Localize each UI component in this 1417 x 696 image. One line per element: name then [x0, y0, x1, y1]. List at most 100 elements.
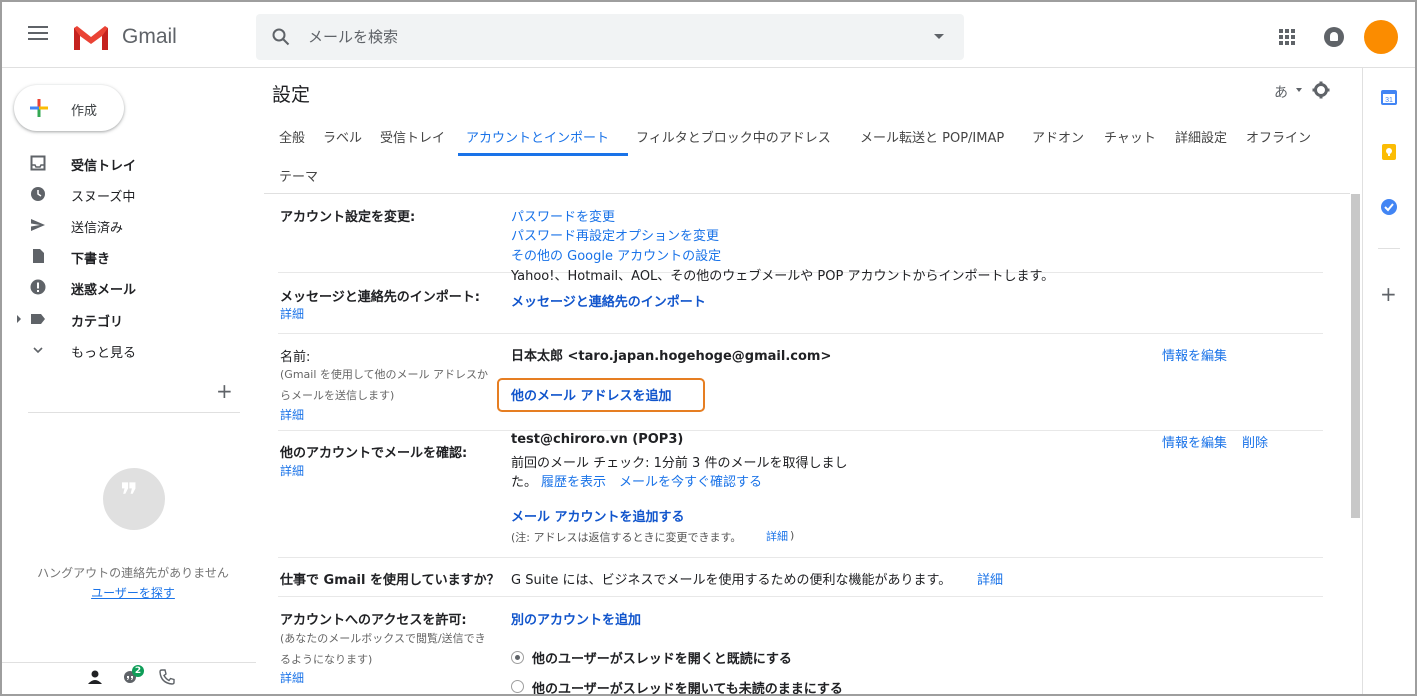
divider	[278, 333, 1323, 334]
page-title: 設定	[272, 84, 311, 106]
send-as-detail-link[interactable]: 詳細	[280, 406, 304, 423]
import-label: メッセージと連絡先のインポート:	[280, 290, 480, 305]
view-history-link[interactable]: 履歴を表示	[541, 471, 606, 490]
mark-read-radio[interactable]	[511, 651, 524, 664]
import-detail-link[interactable]: 詳細	[280, 305, 304, 322]
new-chat-plus-icon[interactable]: +	[216, 379, 233, 403]
tab-forwarding[interactable]: メール転送と POP/IMAP	[860, 127, 1004, 146]
tab-chat[interactable]: チャット	[1104, 127, 1156, 146]
tab-themes[interactable]: テーマ	[279, 166, 318, 185]
divider	[278, 557, 1323, 558]
grant-access-sublabel: るようになります)	[280, 653, 373, 666]
inbox-icon	[30, 155, 46, 171]
tab-offline[interactable]: オフライン	[1246, 127, 1311, 146]
svg-text:31: 31	[1385, 97, 1393, 104]
gmail-logo-icon	[74, 26, 108, 50]
label-icon	[31, 314, 45, 324]
active-tab-indicator	[458, 153, 628, 156]
hangouts-badge: 2	[132, 665, 144, 677]
chevron-down-icon	[33, 347, 43, 354]
compose-button[interactable]: 作成	[14, 85, 124, 131]
tab-accounts-import[interactable]: アカウントとインポート	[466, 127, 609, 146]
send-as-address: 日本太郎 <taro.japan.hogehoge@gmail.com>	[511, 349, 832, 364]
search-icon[interactable]	[272, 28, 290, 46]
change-account-label: アカウント設定を変更:	[280, 210, 416, 225]
edit-info-link[interactable]: 情報を編集	[1162, 432, 1227, 451]
find-users-link[interactable]: ユーザーを探す	[2, 584, 264, 601]
sidebar-item-more[interactable]: もっと見る	[2, 335, 252, 365]
hangouts-empty-text: ハングアウトの連絡先がありません	[37, 566, 229, 580]
gear-icon[interactable]	[1312, 81, 1330, 99]
input-tools-button[interactable]: あ	[1274, 82, 1288, 102]
sidebar-item-categories[interactable]: カテゴリ	[2, 304, 252, 334]
check-mail-detail-link[interactable]: 詳細	[280, 462, 304, 479]
sidebar-item-label: 送信済み	[71, 221, 124, 236]
sidebar-item-snoozed[interactable]: スヌーズ中	[2, 179, 252, 209]
add-another-account-link[interactable]: 別のアカウントを追加	[511, 609, 641, 628]
check-mail-now-link[interactable]: メールを今すぐ確認する	[619, 471, 762, 490]
keep-unread-radio[interactable]	[511, 680, 524, 693]
import-link[interactable]: メッセージと連絡先のインポート	[511, 291, 706, 310]
search-input[interactable]	[308, 26, 868, 48]
note-text-end: )	[790, 529, 795, 542]
grant-access-sublabel: (あなたのメールボックスで閲覧/送信でき	[280, 632, 486, 645]
tab-labels[interactable]: ラベル	[323, 127, 362, 146]
spam-icon	[30, 279, 46, 295]
calendar-icon[interactable]: 31	[1380, 88, 1398, 106]
edit-info-link[interactable]: 情報を編集	[1162, 345, 1227, 364]
add-mail-account-link[interactable]: メール アカウントを追加する	[511, 506, 685, 525]
get-addons-plus-icon[interactable]: +	[1380, 282, 1397, 306]
divider	[264, 193, 1350, 194]
gsuite-detail-link[interactable]: 詳細	[977, 569, 1003, 588]
main-menu-icon[interactable]	[28, 26, 48, 40]
note-detail-link[interactable]: 詳細	[766, 528, 788, 544]
send-as-sublabel: らメールを送信します)	[280, 389, 395, 402]
sidebar-item-drafts[interactable]: 下書き	[2, 241, 252, 271]
send-icon	[31, 219, 45, 231]
person-icon[interactable]	[86, 668, 104, 686]
delete-link[interactable]: 削除	[1242, 432, 1268, 451]
last-check-status: 前回のメール チェック: 1分前 3 件のメールを取得しまし	[511, 456, 848, 471]
pop3-account: test@chiroro.vn (POP3)	[511, 432, 684, 447]
compose-label: 作成	[71, 104, 98, 119]
sidebar-item-label: スヌーズ中	[71, 190, 136, 205]
sidebar-item-label: 受信トレイ	[71, 159, 137, 174]
top-bar: Gmail	[2, 2, 1415, 68]
scrollbar-thumb[interactable]	[1351, 194, 1360, 518]
note-text: (注: アドレスは返信するときに変更できます。	[511, 531, 742, 544]
clock-icon	[31, 187, 45, 201]
change-password-link[interactable]: パスワードを変更	[511, 206, 615, 225]
password-recovery-link[interactable]: パスワード再設定オプションを変更	[511, 225, 719, 244]
sidebar-item-label: もっと見る	[71, 346, 137, 361]
expand-arrow-icon[interactable]	[17, 315, 21, 323]
gmail-window: Gmail 作成 受信トレイ スヌーズ中	[0, 0, 1417, 696]
avatar[interactable]	[1364, 20, 1398, 54]
phone-icon[interactable]	[158, 668, 176, 686]
add-email-address-link[interactable]: 他のメール アドレスを追加	[511, 385, 672, 404]
send-as-label: 名前:	[280, 350, 311, 365]
chevron-down-icon[interactable]	[1296, 88, 1302, 92]
grant-access-label: アカウントへのアクセスを許可:	[280, 613, 467, 628]
keep-icon[interactable]	[1380, 143, 1398, 161]
tab-advanced[interactable]: 詳細設定	[1175, 127, 1227, 146]
search-options-icon[interactable]	[934, 34, 944, 39]
divider	[278, 596, 1323, 597]
tab-inbox[interactable]: 受信トレイ	[380, 127, 445, 146]
sidebar-item-inbox[interactable]: 受信トレイ	[2, 148, 252, 178]
sidebar-item-spam[interactable]: 迷惑メール	[2, 272, 252, 302]
sidebar-item-sent[interactable]: 送信済み	[2, 210, 252, 240]
notifications-icon[interactable]	[1324, 27, 1344, 47]
keep-unread-option-label: 他のユーザーがスレッドを開いても未読のままにする	[532, 682, 843, 696]
last-check-status: た。	[511, 475, 538, 490]
tab-filters[interactable]: フィルタとブロック中のアドレス	[636, 127, 831, 146]
tab-addons[interactable]: アドオン	[1032, 127, 1084, 146]
check-mail-label: 他のアカウントでメールを確認:	[280, 446, 468, 461]
grant-access-detail-link[interactable]: 詳細	[280, 669, 304, 686]
apps-grid-icon[interactable]	[1279, 29, 1295, 45]
divider	[2, 662, 256, 663]
divider	[1362, 68, 1363, 694]
mark-read-option-label: 他のユーザーがスレッドを開くと既読にする	[532, 652, 792, 667]
tasks-icon[interactable]	[1380, 198, 1398, 216]
google-account-settings-link[interactable]: その他の Google アカウントの設定	[511, 245, 721, 264]
tab-general[interactable]: 全般	[279, 127, 305, 146]
